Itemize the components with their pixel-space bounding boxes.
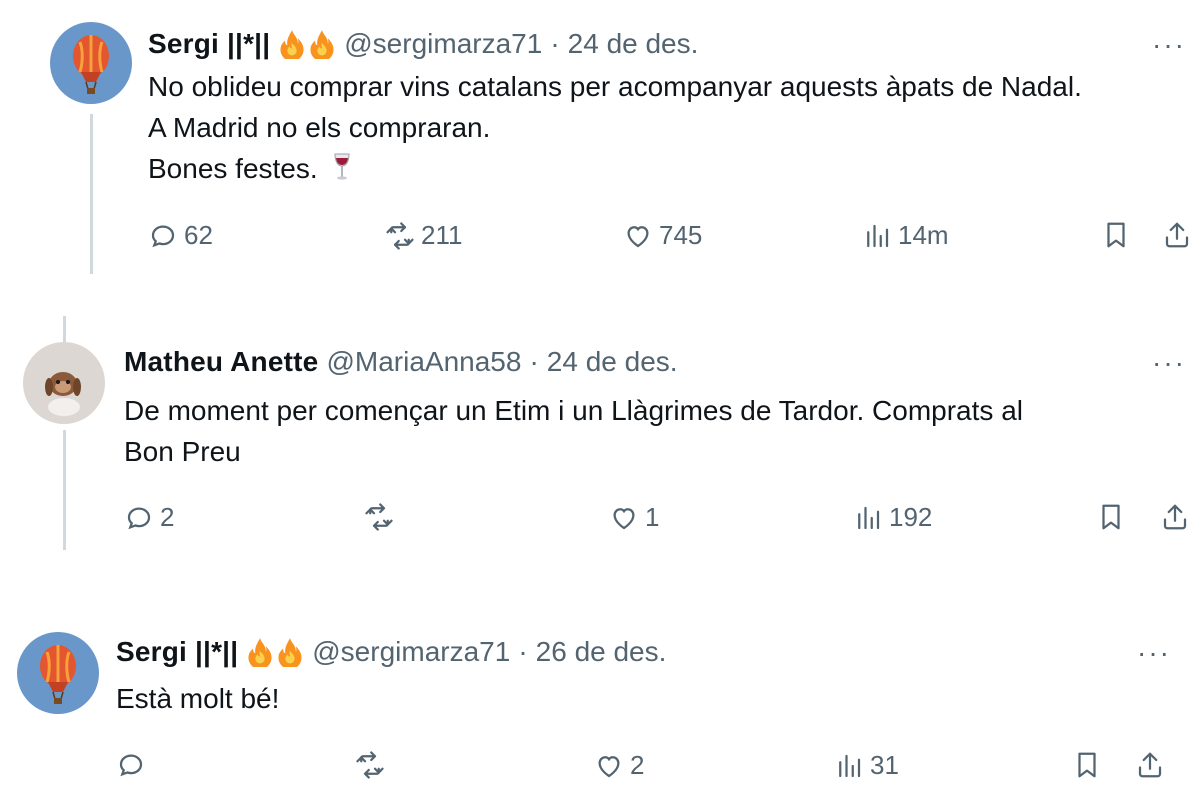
retweet-button[interactable]: 211 xyxy=(385,220,462,251)
tweet-header: Matheu Anette @MariaAnna58 · 24 de des. xyxy=(124,346,678,378)
like-button[interactable]: 745 xyxy=(623,220,702,251)
tweet-header: Sergi ||*|| @sergimarza71 · 24 de des. xyxy=(148,28,698,60)
like-count: 745 xyxy=(659,220,703,250)
separator: · xyxy=(529,346,539,377)
retweet-icon xyxy=(385,221,415,251)
hot-air-balloon-icon xyxy=(50,22,132,104)
share-icon xyxy=(1135,750,1165,780)
tweet-text: No oblideu comprar vins catalans per aco… xyxy=(148,66,1082,189)
bookmark-icon xyxy=(1072,750,1102,780)
tweet-text-line-content: Bones festes. xyxy=(148,153,318,184)
tweet-date[interactable]: 24 de des. xyxy=(568,28,699,60)
heart-icon xyxy=(623,221,653,251)
dog-photo-icon xyxy=(23,342,105,424)
share-button[interactable] xyxy=(1135,750,1165,780)
tweet-text-line: Bon Preu xyxy=(124,436,241,467)
reply-count: 2 xyxy=(160,502,175,532)
retweet-icon xyxy=(355,750,385,780)
reply-icon xyxy=(116,750,146,780)
share-button[interactable] xyxy=(1160,502,1190,532)
tweet-text: De moment per començar un Etim i un Llàg… xyxy=(124,390,1023,472)
flame-emojis xyxy=(246,637,304,667)
like-count: 2 xyxy=(630,750,645,780)
share-button[interactable] xyxy=(1162,220,1192,250)
thread-line xyxy=(63,430,66,550)
separator: · xyxy=(550,28,560,59)
hot-air-balloon-icon xyxy=(17,632,99,714)
display-name[interactable]: Matheu Anette xyxy=(124,346,318,378)
display-name[interactable]: Sergi ||*|| xyxy=(148,28,270,60)
avatar[interactable] xyxy=(50,22,132,104)
fire-icon xyxy=(276,637,304,667)
fire-icon xyxy=(278,29,306,59)
tweet-text-line: Està molt bé! xyxy=(116,683,280,714)
reply-button[interactable]: 62 xyxy=(148,220,213,251)
like-button[interactable]: 2 xyxy=(594,750,644,781)
retweet-icon xyxy=(364,502,394,532)
tweet-2[interactable]: Matheu Anette @MariaAnna58 · 24 de des. … xyxy=(0,300,1200,560)
user-handle[interactable]: @MariaAnna58 xyxy=(326,346,521,378)
share-icon xyxy=(1160,502,1190,532)
tweet-header: Sergi ||*|| @sergimarza71 · 26 de des. xyxy=(116,636,666,668)
thread-line xyxy=(90,114,93,274)
fire-icon xyxy=(246,637,274,667)
tweet-1[interactable]: Sergi ||*|| @sergimarza71 · 24 de des. ·… xyxy=(0,0,1200,290)
views-count: 192 xyxy=(889,502,933,532)
separator: · xyxy=(518,636,528,667)
more-options-button[interactable]: ··· xyxy=(1152,31,1186,59)
tweet-date[interactable]: 24 de des. xyxy=(547,346,678,378)
tweet-text-line: A Madrid no els compraran. xyxy=(148,112,491,143)
flame-emojis xyxy=(278,29,336,59)
tweet-date[interactable]: 26 de des. xyxy=(536,636,667,668)
thread-line xyxy=(63,316,66,342)
views-button[interactable]: 192 xyxy=(853,502,932,533)
bar-chart-icon xyxy=(853,503,883,533)
bookmark-button[interactable] xyxy=(1096,502,1126,532)
tweet-text: Està molt bé! xyxy=(116,678,279,719)
views-button[interactable]: 14m xyxy=(862,220,949,251)
tweet-3[interactable]: Sergi ||*|| @sergimarza71 · 26 de des. ·… xyxy=(0,600,1200,800)
bookmark-button[interactable] xyxy=(1101,220,1131,250)
reply-icon xyxy=(148,221,178,251)
more-options-button[interactable]: ··· xyxy=(1152,349,1186,377)
like-button[interactable]: 1 xyxy=(609,502,659,533)
share-icon xyxy=(1162,220,1192,250)
views-count: 14m xyxy=(898,220,949,250)
views-count: 31 xyxy=(870,750,899,780)
reply-button[interactable]: 2 xyxy=(124,502,174,533)
retweet-count: 211 xyxy=(421,220,463,250)
reply-count: 62 xyxy=(184,220,213,250)
fire-icon xyxy=(308,29,336,59)
more-options-button[interactable]: ··· xyxy=(1137,639,1171,667)
avatar[interactable] xyxy=(23,342,105,424)
bookmark-icon xyxy=(1101,220,1131,250)
tweet-text-line: No oblideu comprar vins catalans per aco… xyxy=(148,71,1082,102)
reply-button[interactable] xyxy=(116,750,152,780)
tweet-text-line: Bones festes. xyxy=(148,148,1082,189)
bookmark-icon xyxy=(1096,502,1126,532)
like-count: 1 xyxy=(645,502,660,532)
heart-icon xyxy=(609,503,639,533)
user-handle[interactable]: @sergimarza71 xyxy=(312,636,510,668)
tweet-text-line: De moment per començar un Etim i un Llàg… xyxy=(124,395,1023,426)
user-handle[interactable]: @sergimarza71 xyxy=(344,28,542,60)
views-button[interactable]: 31 xyxy=(834,750,899,781)
display-name[interactable]: Sergi ||*|| xyxy=(116,636,238,668)
bar-chart-icon xyxy=(862,221,892,251)
retweet-button[interactable] xyxy=(364,502,400,532)
heart-icon xyxy=(594,751,624,781)
reply-icon xyxy=(124,503,154,533)
retweet-button[interactable] xyxy=(355,750,391,780)
wine-glass-icon xyxy=(329,152,355,182)
bar-chart-icon xyxy=(834,751,864,781)
avatar[interactable] xyxy=(17,632,99,714)
bookmark-button[interactable] xyxy=(1072,750,1102,780)
